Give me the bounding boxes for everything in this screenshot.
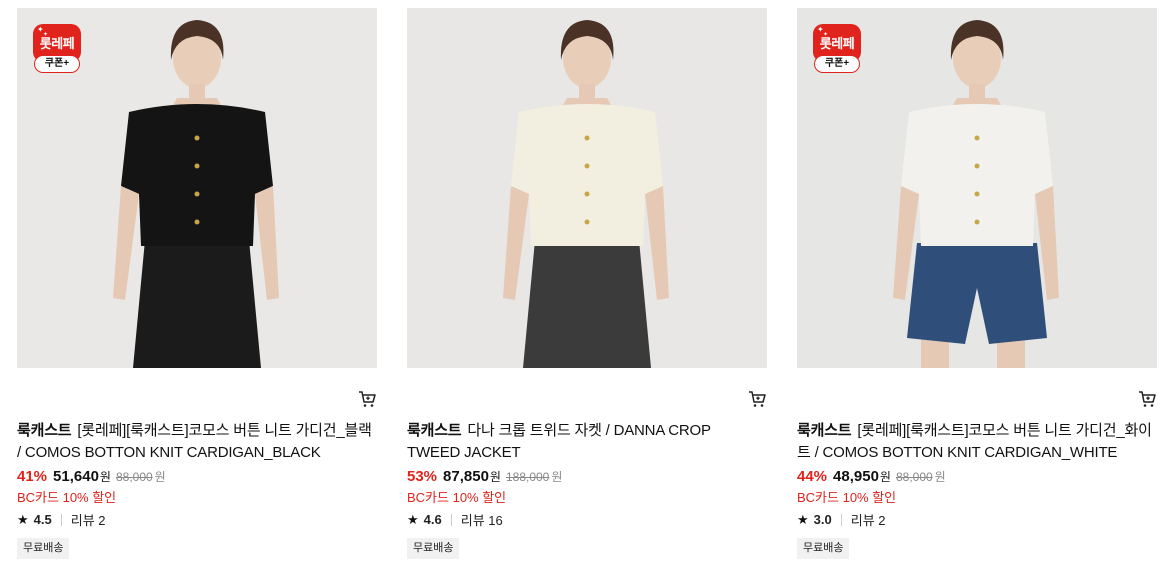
brand-name[interactable]: 룩캐스트 <box>797 422 852 439</box>
sale-price: 48,950 <box>833 468 879 485</box>
free-shipping-badge: 무료배송 <box>17 538 70 559</box>
cart-icon[interactable] <box>357 389 377 409</box>
card-discount-text: BC카드 10% 할인 <box>797 490 897 505</box>
product-card[interactable]: ✦ ✦ 롯레페 쿠폰+ 룩캐스트 [롯레페][룩캐스트]코모스 버튼 니트 가디건_블랙 … <box>17 8 377 568</box>
model-photo <box>407 8 767 368</box>
currency-label: 원 <box>489 470 501 484</box>
divider <box>840 513 842 526</box>
free-shipping-badge: 무료배송 <box>407 538 460 559</box>
sale-price: 51,640 <box>53 468 99 485</box>
lotte-fe-coupon-badge: ✦ ✦ 롯레페 쿠폰+ <box>31 22 83 74</box>
sale-price: 87,850 <box>443 468 489 485</box>
original-price: 88,000 <box>115 470 153 484</box>
brand-name[interactable]: 룩캐스트 <box>407 422 462 439</box>
product-title[interactable]: 룩캐스트 다나 크롭 트위드 자켓 / DANNA CROP TWEED JACK… <box>407 420 767 464</box>
product-image[interactable]: ✦ ✦ 롯레페 쿠폰+ <box>797 8 1157 368</box>
divider <box>450 513 452 526</box>
star-icon: ★ <box>407 511 419 527</box>
free-shipping-badge: 무료배송 <box>797 538 850 559</box>
rating-score: 3.0 <box>813 512 832 527</box>
original-price: 188,000 <box>505 470 550 484</box>
badge-coupon-label: 쿠폰+ <box>814 55 860 73</box>
product-image[interactable] <box>407 8 767 368</box>
product-card[interactable]: ✦ ✦ 롯레페 쿠폰+ 룩캐스트 [롯레페][룩캐스트]코모스 버튼 니트 가디건_화이트… <box>797 8 1157 568</box>
card-discount-text: BC카드 10% 할인 <box>17 490 117 505</box>
discount-rate: 53% <box>407 468 438 485</box>
price-row: 53% 87,850원 188,000 원 <box>407 468 562 486</box>
badge-label: 롯레페 <box>39 36 75 51</box>
product-card[interactable]: 룩캐스트 다나 크롭 트위드 자켓 / DANNA CROP TWEED JACK… <box>407 8 767 568</box>
divider <box>60 513 62 526</box>
original-currency-label: 원 <box>551 470 563 484</box>
star-icon: ★ <box>797 511 809 527</box>
product-title[interactable]: 룩캐스트 [롯레페][룩캐스트]코모스 버튼 니트 가디건_블랙 / COMOS … <box>17 420 377 464</box>
star-icon: ★ <box>17 511 29 527</box>
original-currency-label: 원 <box>154 470 166 484</box>
original-currency-label: 원 <box>934 470 946 484</box>
discount-rate: 41% <box>17 468 48 485</box>
rating-score: 4.6 <box>423 512 442 527</box>
lotte-fe-coupon-badge: ✦ ✦ 롯레페 쿠폰+ <box>811 22 863 74</box>
rating-row: ★ 4.5 리뷰 2 <box>17 510 106 529</box>
price-row: 41% 51,640원 88,000 원 <box>17 468 166 486</box>
review-count[interactable]: 리뷰 16 <box>461 510 503 529</box>
card-discount-text: BC카드 10% 할인 <box>407 490 507 505</box>
badge-label: 롯레페 <box>819 36 855 51</box>
discount-rate: 44% <box>797 468 828 485</box>
rating-row: ★ 3.0 리뷰 2 <box>797 510 886 529</box>
review-count[interactable]: 리뷰 2 <box>71 510 106 529</box>
rating-score: 4.5 <box>33 512 52 527</box>
brand-name[interactable]: 룩캐스트 <box>17 422 72 439</box>
currency-label: 원 <box>99 470 111 484</box>
original-price: 88,000 <box>895 470 933 484</box>
cart-icon[interactable] <box>747 389 767 409</box>
product-grid: ✦ ✦ 롯레페 쿠폰+ 룩캐스트 [롯레페][룩캐스트]코모스 버튼 니트 가디건_블랙 … <box>0 0 1171 570</box>
product-image[interactable]: ✦ ✦ 롯레페 쿠폰+ <box>17 8 377 368</box>
product-title[interactable]: 룩캐스트 [롯레페][룩캐스트]코모스 버튼 니트 가디건_화이트 / COMOS… <box>797 420 1157 464</box>
currency-label: 원 <box>879 470 891 484</box>
rating-row: ★ 4.6 리뷰 16 <box>407 510 503 529</box>
review-count[interactable]: 리뷰 2 <box>851 510 886 529</box>
cart-icon[interactable] <box>1137 389 1157 409</box>
badge-coupon-label: 쿠폰+ <box>34 55 80 73</box>
price-row: 44% 48,950원 88,000 원 <box>797 468 946 486</box>
